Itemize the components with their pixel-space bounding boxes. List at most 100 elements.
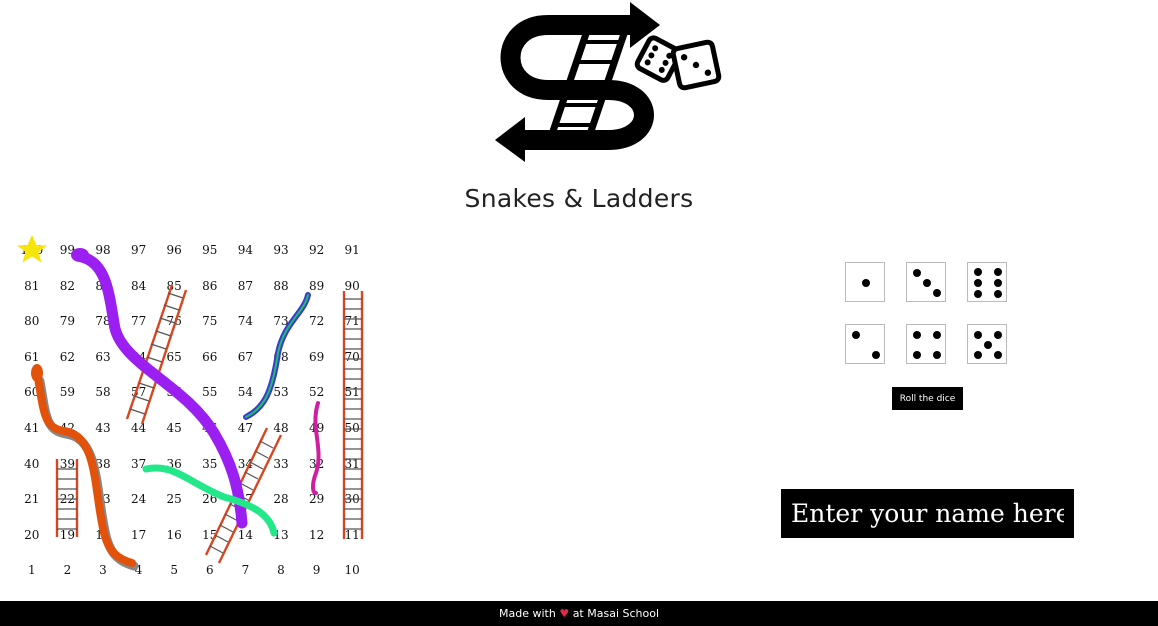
board-cell: 83	[95, 278, 111, 293]
die-pip	[994, 290, 1002, 298]
board-cell: 15	[202, 527, 218, 542]
board-cell: 66	[202, 349, 218, 364]
board-cell: 33	[273, 456, 289, 471]
board-cell: 34	[237, 456, 254, 471]
board-cell: 61	[24, 349, 40, 364]
board-cell: 42	[59, 421, 76, 435]
die-pip	[862, 279, 870, 287]
die-face-6[interactable]	[967, 262, 1007, 302]
player-name-input[interactable]	[781, 489, 1074, 538]
board-cell: 55	[202, 385, 218, 400]
board-cell: 59	[59, 385, 76, 400]
board-cell: 3	[99, 563, 107, 578]
board-cell: 75	[202, 314, 218, 329]
board-cell: 80	[24, 314, 40, 329]
board-cell: 19	[59, 527, 76, 542]
board-cell: 97	[130, 243, 147, 257]
board-cell: 64	[130, 349, 147, 364]
die-pip	[913, 351, 921, 359]
board-cell: 30	[344, 492, 360, 507]
die-pip	[994, 268, 1002, 276]
board-cell: 57	[130, 385, 147, 400]
board-cell: 95	[202, 243, 218, 257]
board-cell: 51	[344, 385, 360, 400]
die-pip	[994, 279, 1002, 287]
board-cell: 96	[166, 243, 182, 257]
die-pip	[974, 351, 982, 359]
board-cell: 90	[344, 278, 360, 293]
board-cell: 16	[166, 527, 182, 542]
page-title: Snakes & Ladders	[464, 184, 694, 213]
die-face-2[interactable]	[845, 324, 885, 364]
board-cell: 1	[27, 563, 36, 578]
board-cell: 44	[130, 421, 147, 435]
board-cell: 54	[237, 385, 254, 400]
board-cell: 50	[344, 421, 360, 435]
die-pip	[974, 331, 982, 339]
die-pip	[923, 279, 931, 287]
footer-prefix: Made with	[498, 607, 556, 620]
die-pip	[872, 351, 880, 359]
board-cell: 17	[130, 527, 147, 542]
die-face-3[interactable]	[906, 262, 946, 302]
roll-dice-button[interactable]: Roll the dice	[892, 387, 963, 410]
board-cell: 36	[166, 456, 182, 471]
heart-icon: ♥	[559, 607, 570, 620]
board-cell: 94	[237, 243, 254, 257]
board-cell: 68	[273, 349, 289, 364]
die-face-1[interactable]	[845, 262, 885, 302]
board-cell: 92	[308, 243, 325, 257]
die-face-4[interactable]	[906, 324, 946, 364]
board-cell: 82	[59, 278, 76, 293]
board-cell: 86	[202, 278, 218, 293]
board-cell: 81	[24, 278, 40, 293]
board-cell: 98	[95, 243, 111, 257]
board-cell: 35	[202, 456, 218, 471]
board-cell: 12	[308, 527, 325, 542]
board-cell: 100	[20, 243, 44, 257]
board-cell: 62	[59, 349, 76, 364]
board-cell: 47	[237, 421, 254, 435]
footer: Made with ♥ at Masai School	[0, 601, 1158, 626]
board-cell: 11	[344, 527, 360, 542]
board-cell: 78	[95, 314, 111, 329]
board-cell: 74	[237, 314, 254, 329]
board-cell: 18	[95, 527, 111, 542]
board-cell: 46	[202, 421, 218, 435]
board-cell: 4	[134, 563, 143, 578]
die-face-5[interactable]	[967, 324, 1007, 364]
board-cell: 32	[308, 456, 325, 471]
die-pip	[933, 289, 941, 297]
die-pip	[974, 290, 982, 298]
board-cell: 5	[170, 563, 178, 578]
board-cell: 37	[130, 456, 147, 471]
board-cell: 89	[308, 278, 325, 293]
board-cell: 13	[273, 527, 289, 542]
board-cell: 48	[273, 421, 289, 435]
board-cell: 65	[166, 349, 182, 364]
die-pip	[994, 331, 1002, 339]
board-cell: 73	[273, 314, 289, 329]
board-cell: 71	[344, 314, 360, 329]
board-cell: 49	[308, 421, 325, 435]
board-cell: 99	[59, 243, 76, 257]
die-pip	[994, 351, 1002, 359]
board-cell: 7	[241, 563, 250, 578]
board-cell: 24	[130, 492, 147, 507]
game-board: 100 99 98 97 96 95 94 93 92 91 81 82 83 84 85 86 87 88 89 9…	[14, 233, 370, 589]
board-cell: 69	[308, 349, 325, 364]
board-cell: 43	[95, 421, 111, 435]
die-pip	[913, 331, 921, 339]
board-cell: 91	[344, 243, 360, 257]
board-cell: 39	[59, 456, 76, 471]
board-cell: 23	[95, 492, 111, 507]
board-cell: 10	[344, 563, 360, 578]
board-cell: 76	[166, 314, 182, 329]
board-cell: 28	[273, 492, 289, 507]
board-cell: 93	[273, 243, 289, 257]
app-logo	[488, 0, 728, 165]
die-pip	[913, 269, 921, 277]
board-cell: 27	[237, 492, 254, 507]
board-cell: 53	[273, 385, 289, 400]
board-cell: 88	[273, 278, 289, 293]
